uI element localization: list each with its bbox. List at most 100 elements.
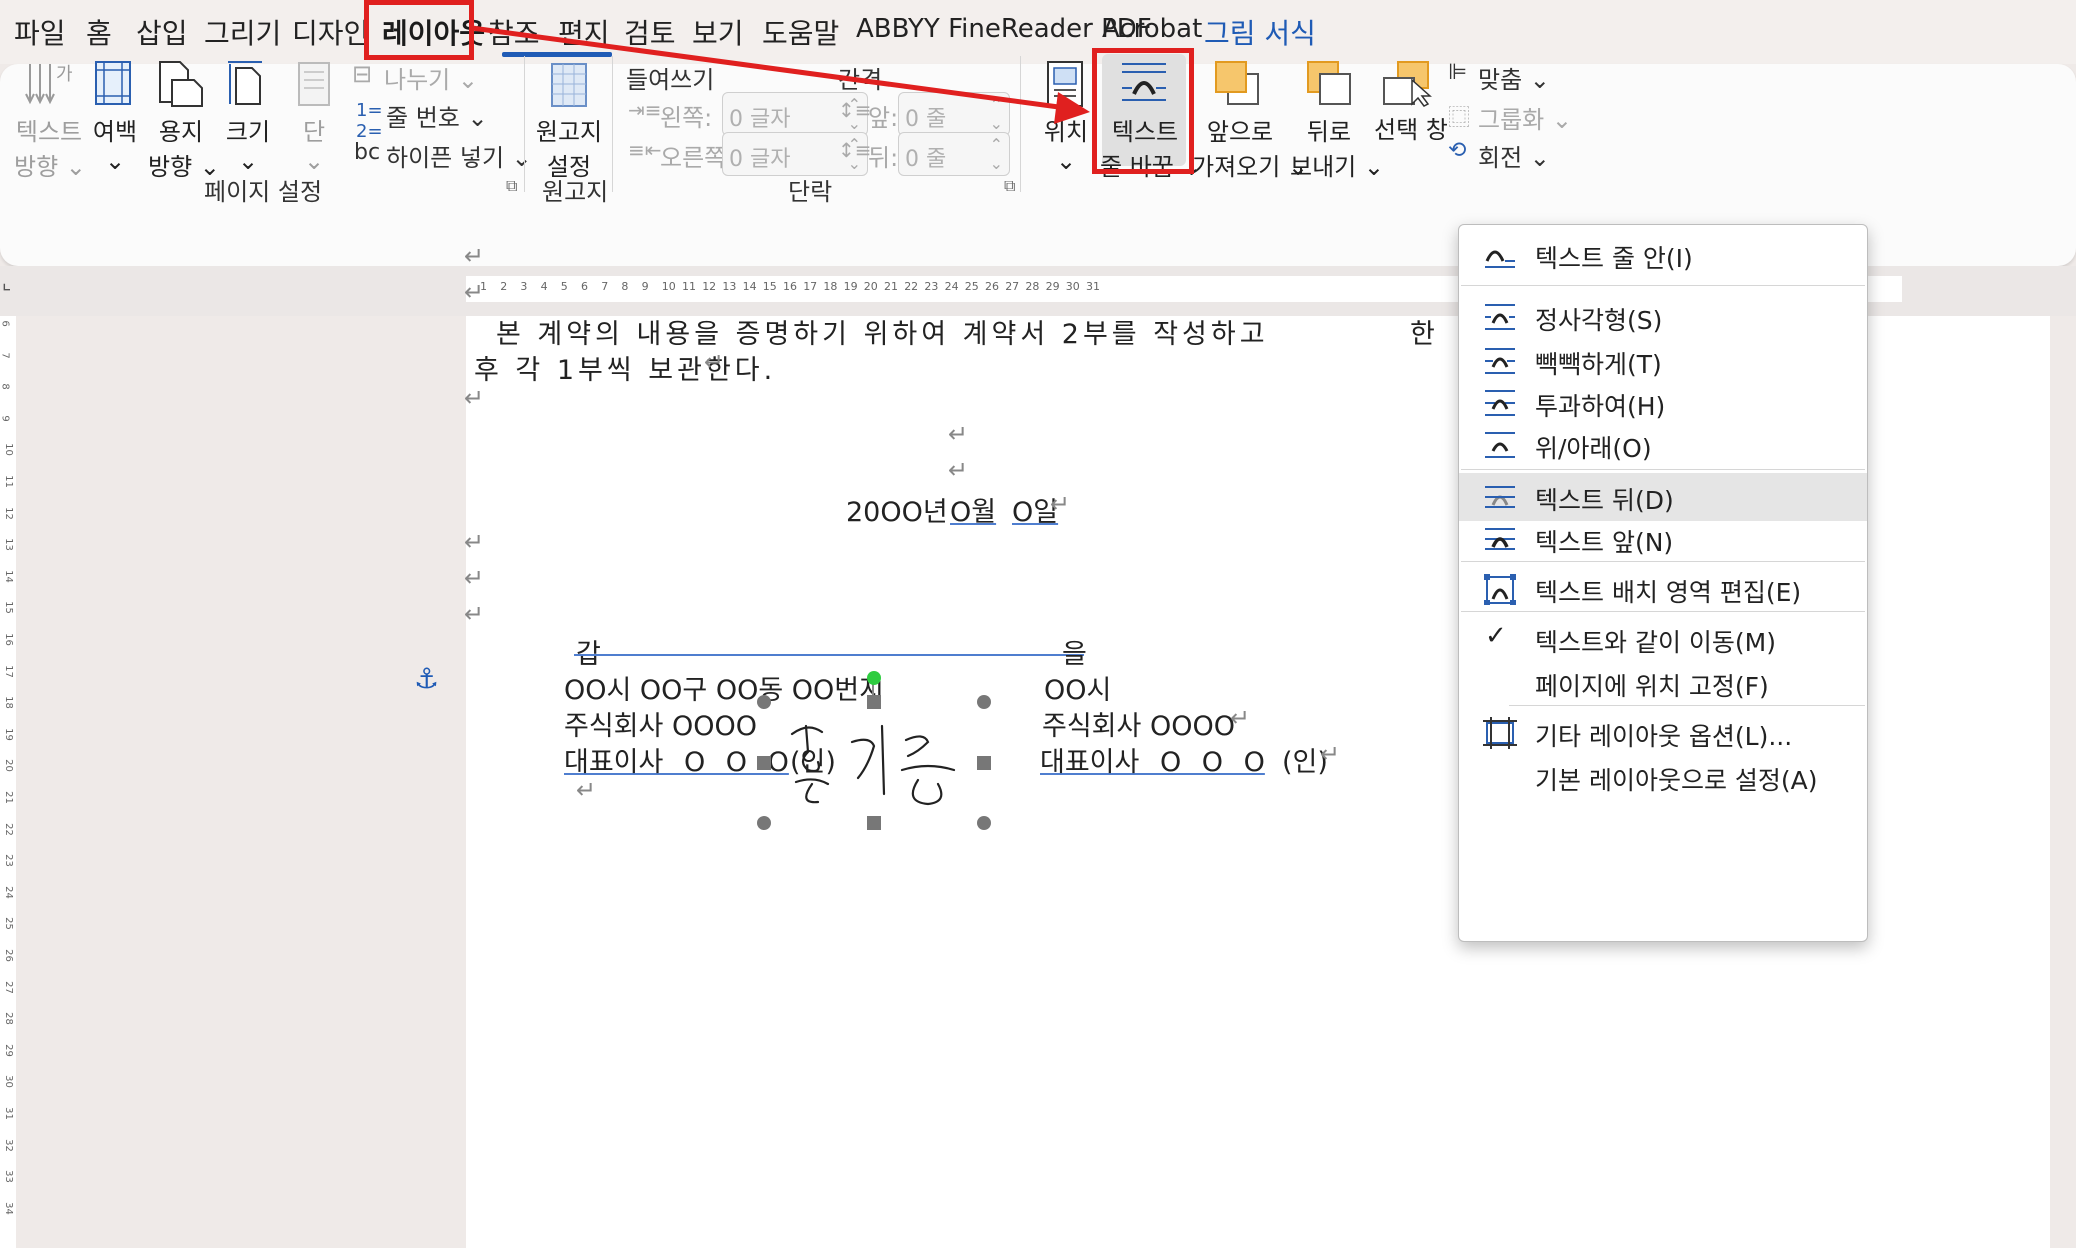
ruler-number: 25	[2, 917, 14, 931]
checkmark-icon: ✓	[1485, 621, 1507, 651]
menu-item-in-line[interactable]: 텍스트 줄 안(I)	[1459, 231, 1867, 279]
menu-item-through[interactable]: 투과하여(H)	[1459, 379, 1867, 427]
resize-handle[interactable]	[977, 695, 991, 709]
selection-pane-icon	[1383, 61, 1432, 107]
tab-home[interactable]: 홈	[86, 12, 112, 52]
ruler-number: 8	[621, 280, 629, 293]
annotation-arrow-icon	[471, 25, 1090, 124]
ruler-number: 13	[722, 280, 737, 293]
menu-item-tight[interactable]: 빽빽하게(T)	[1459, 337, 1867, 385]
ruler-number: 33	[2, 1170, 14, 1184]
paragraph-mark: ↵	[1050, 490, 1071, 518]
text-direction-button[interactable]: 텍스트 방향 ⌄	[14, 112, 86, 182]
menu-item-in-front-of-text[interactable]: 텍스트 앞(N)	[1459, 515, 1867, 563]
tab-selector-icon[interactable]: ⌞	[2, 270, 11, 294]
paragraph-mark: ↵	[464, 384, 485, 412]
hyphenation-icon: bc	[354, 140, 381, 165]
ruler-number: 23	[924, 280, 939, 293]
square-wrap-icon	[1485, 304, 1515, 330]
columns-icon	[298, 62, 330, 106]
menu-item-edit-wrap-points[interactable]: 텍스트 배치 영역 편집(E)	[1459, 565, 1867, 613]
ruler-number: 9	[641, 280, 649, 293]
rotation-handle[interactable]	[867, 671, 881, 685]
ruler-number: 9	[0, 415, 11, 422]
menu-item-move-with-text[interactable]: ✓ 텍스트와 같이 이동(M)	[1459, 615, 1867, 663]
ruler-number: 32	[2, 1138, 14, 1152]
text-direction-icon: 가	[25, 64, 72, 105]
menu-item-behind-text[interactable]: 텍스트 뒤(D)	[1459, 473, 1867, 521]
size-button[interactable]: 크기 ⌄	[222, 112, 274, 175]
ruler-number: 30	[2, 1075, 14, 1089]
columns-button[interactable]: 단 ⌄	[296, 112, 332, 175]
breaks-icon: ⊟	[352, 60, 373, 88]
tab-acrobat[interactable]: Acrobat	[1102, 14, 1202, 44]
size-icon	[228, 61, 262, 105]
tab-picture-format[interactable]: 그림 서식	[1204, 12, 1316, 52]
tab-file[interactable]: 파일	[14, 12, 66, 52]
ruler-number: 34	[2, 1201, 14, 1215]
group-button[interactable]: 그룹화 ⌄	[1478, 100, 1572, 135]
ruler-number: 27	[1005, 280, 1020, 293]
menu-item-more-layout-options[interactable]: 기타 레이아웃 옵션(L)...	[1459, 709, 1867, 757]
behind-text-icon	[1485, 486, 1515, 508]
ruler-number: 28	[1025, 280, 1040, 293]
page-setup-launcher-icon[interactable]: ⧉	[506, 176, 517, 196]
tab-draw[interactable]: 그리기	[204, 12, 281, 52]
resize-handle[interactable]	[977, 816, 991, 830]
ruler-number: 28	[2, 1012, 14, 1026]
paragraph-mark: ↵	[464, 528, 485, 556]
menu-item-square[interactable]: 정사각형(S)	[1459, 293, 1867, 341]
ruler-number: 20	[863, 280, 878, 293]
date-month: O월	[950, 497, 997, 528]
manuscript-group-label: 원고지	[542, 178, 609, 206]
ruler-number: 23	[2, 854, 14, 868]
resize-handle[interactable]	[977, 756, 991, 770]
vertical-ruler[interactable]: 6 7 8 9 10 11 12 13 14 15 16 17 18 19 20 21 22 23 24 25 26 27…	[0, 316, 16, 1248]
annotation-box-layout-tab	[364, 0, 474, 60]
breaks-button[interactable]: 나누기 ⌄	[384, 60, 478, 95]
paragraph-mark: ↵	[704, 348, 725, 376]
ruler-number: 31	[1086, 280, 1100, 293]
in-front-of-text-icon	[1485, 528, 1515, 550]
edit-wrap-points-icon	[1484, 574, 1516, 605]
ruler-number: 21	[884, 280, 898, 293]
paragraph-mark: ↵	[464, 564, 485, 592]
party-a-label: 갑	[576, 639, 601, 670]
tab-design[interactable]: 디자인	[292, 12, 369, 52]
ruler-number: 21	[2, 791, 14, 804]
bring-forward-icon	[1215, 61, 1259, 105]
rotate-button[interactable]: 회전 ⌄	[1478, 138, 1550, 173]
orientation-icon	[159, 61, 203, 107]
ruler-number: 18	[823, 280, 838, 293]
paragraph-mark: ↵	[576, 776, 597, 804]
resize-handle[interactable]	[757, 756, 771, 770]
paragraph-launcher-icon[interactable]: ⧉	[1004, 176, 1015, 196]
menu-separator	[1461, 285, 1865, 286]
menu-item-top-bottom[interactable]: 위/아래(O)	[1459, 421, 1867, 469]
ruler-number: 15	[762, 280, 777, 293]
bring-forward-button[interactable]: 앞으로 가져오기 ⌄	[1192, 112, 1308, 182]
company-a: 주식회사 OOOO	[564, 711, 757, 742]
through-wrap-icon	[1485, 390, 1515, 416]
ruler-number: 7	[601, 280, 609, 293]
resize-handle[interactable]	[757, 816, 771, 830]
menu-item-fix-position[interactable]: 페이지에 위치 고정(F)	[1459, 659, 1867, 707]
hyphenation-button[interactable]: 하이픈 넣기 ⌄	[386, 138, 532, 173]
align-button[interactable]: 맞춤 ⌄	[1478, 60, 1550, 95]
line-numbers-icon: 1= 2=	[356, 100, 383, 142]
resize-handle[interactable]	[757, 695, 771, 709]
ruler-number: 22	[904, 280, 919, 293]
space-after-input[interactable]: 0 줄 ⌃ ⌄	[898, 132, 1010, 176]
selection-pane-button[interactable]: 선택 창	[1374, 110, 1448, 145]
ruler-number: 5	[560, 280, 568, 293]
margins-button[interactable]: 여백 ⌄	[90, 112, 140, 175]
anchor-icon[interactable]: ⚓	[414, 662, 439, 695]
ruler-number: 24	[944, 280, 959, 293]
tab-insert[interactable]: 삽입	[136, 12, 188, 52]
resize-handle[interactable]	[867, 816, 881, 830]
top-bottom-wrap-icon	[1485, 432, 1515, 458]
paragraph-mark: ↵	[464, 600, 485, 628]
menu-item-set-as-default[interactable]: 기본 레이아웃으로 설정(A)	[1459, 753, 1867, 801]
send-backward-button[interactable]: 뒤로 보내기 ⌄	[1290, 112, 1384, 182]
resize-handle[interactable]	[867, 695, 881, 709]
